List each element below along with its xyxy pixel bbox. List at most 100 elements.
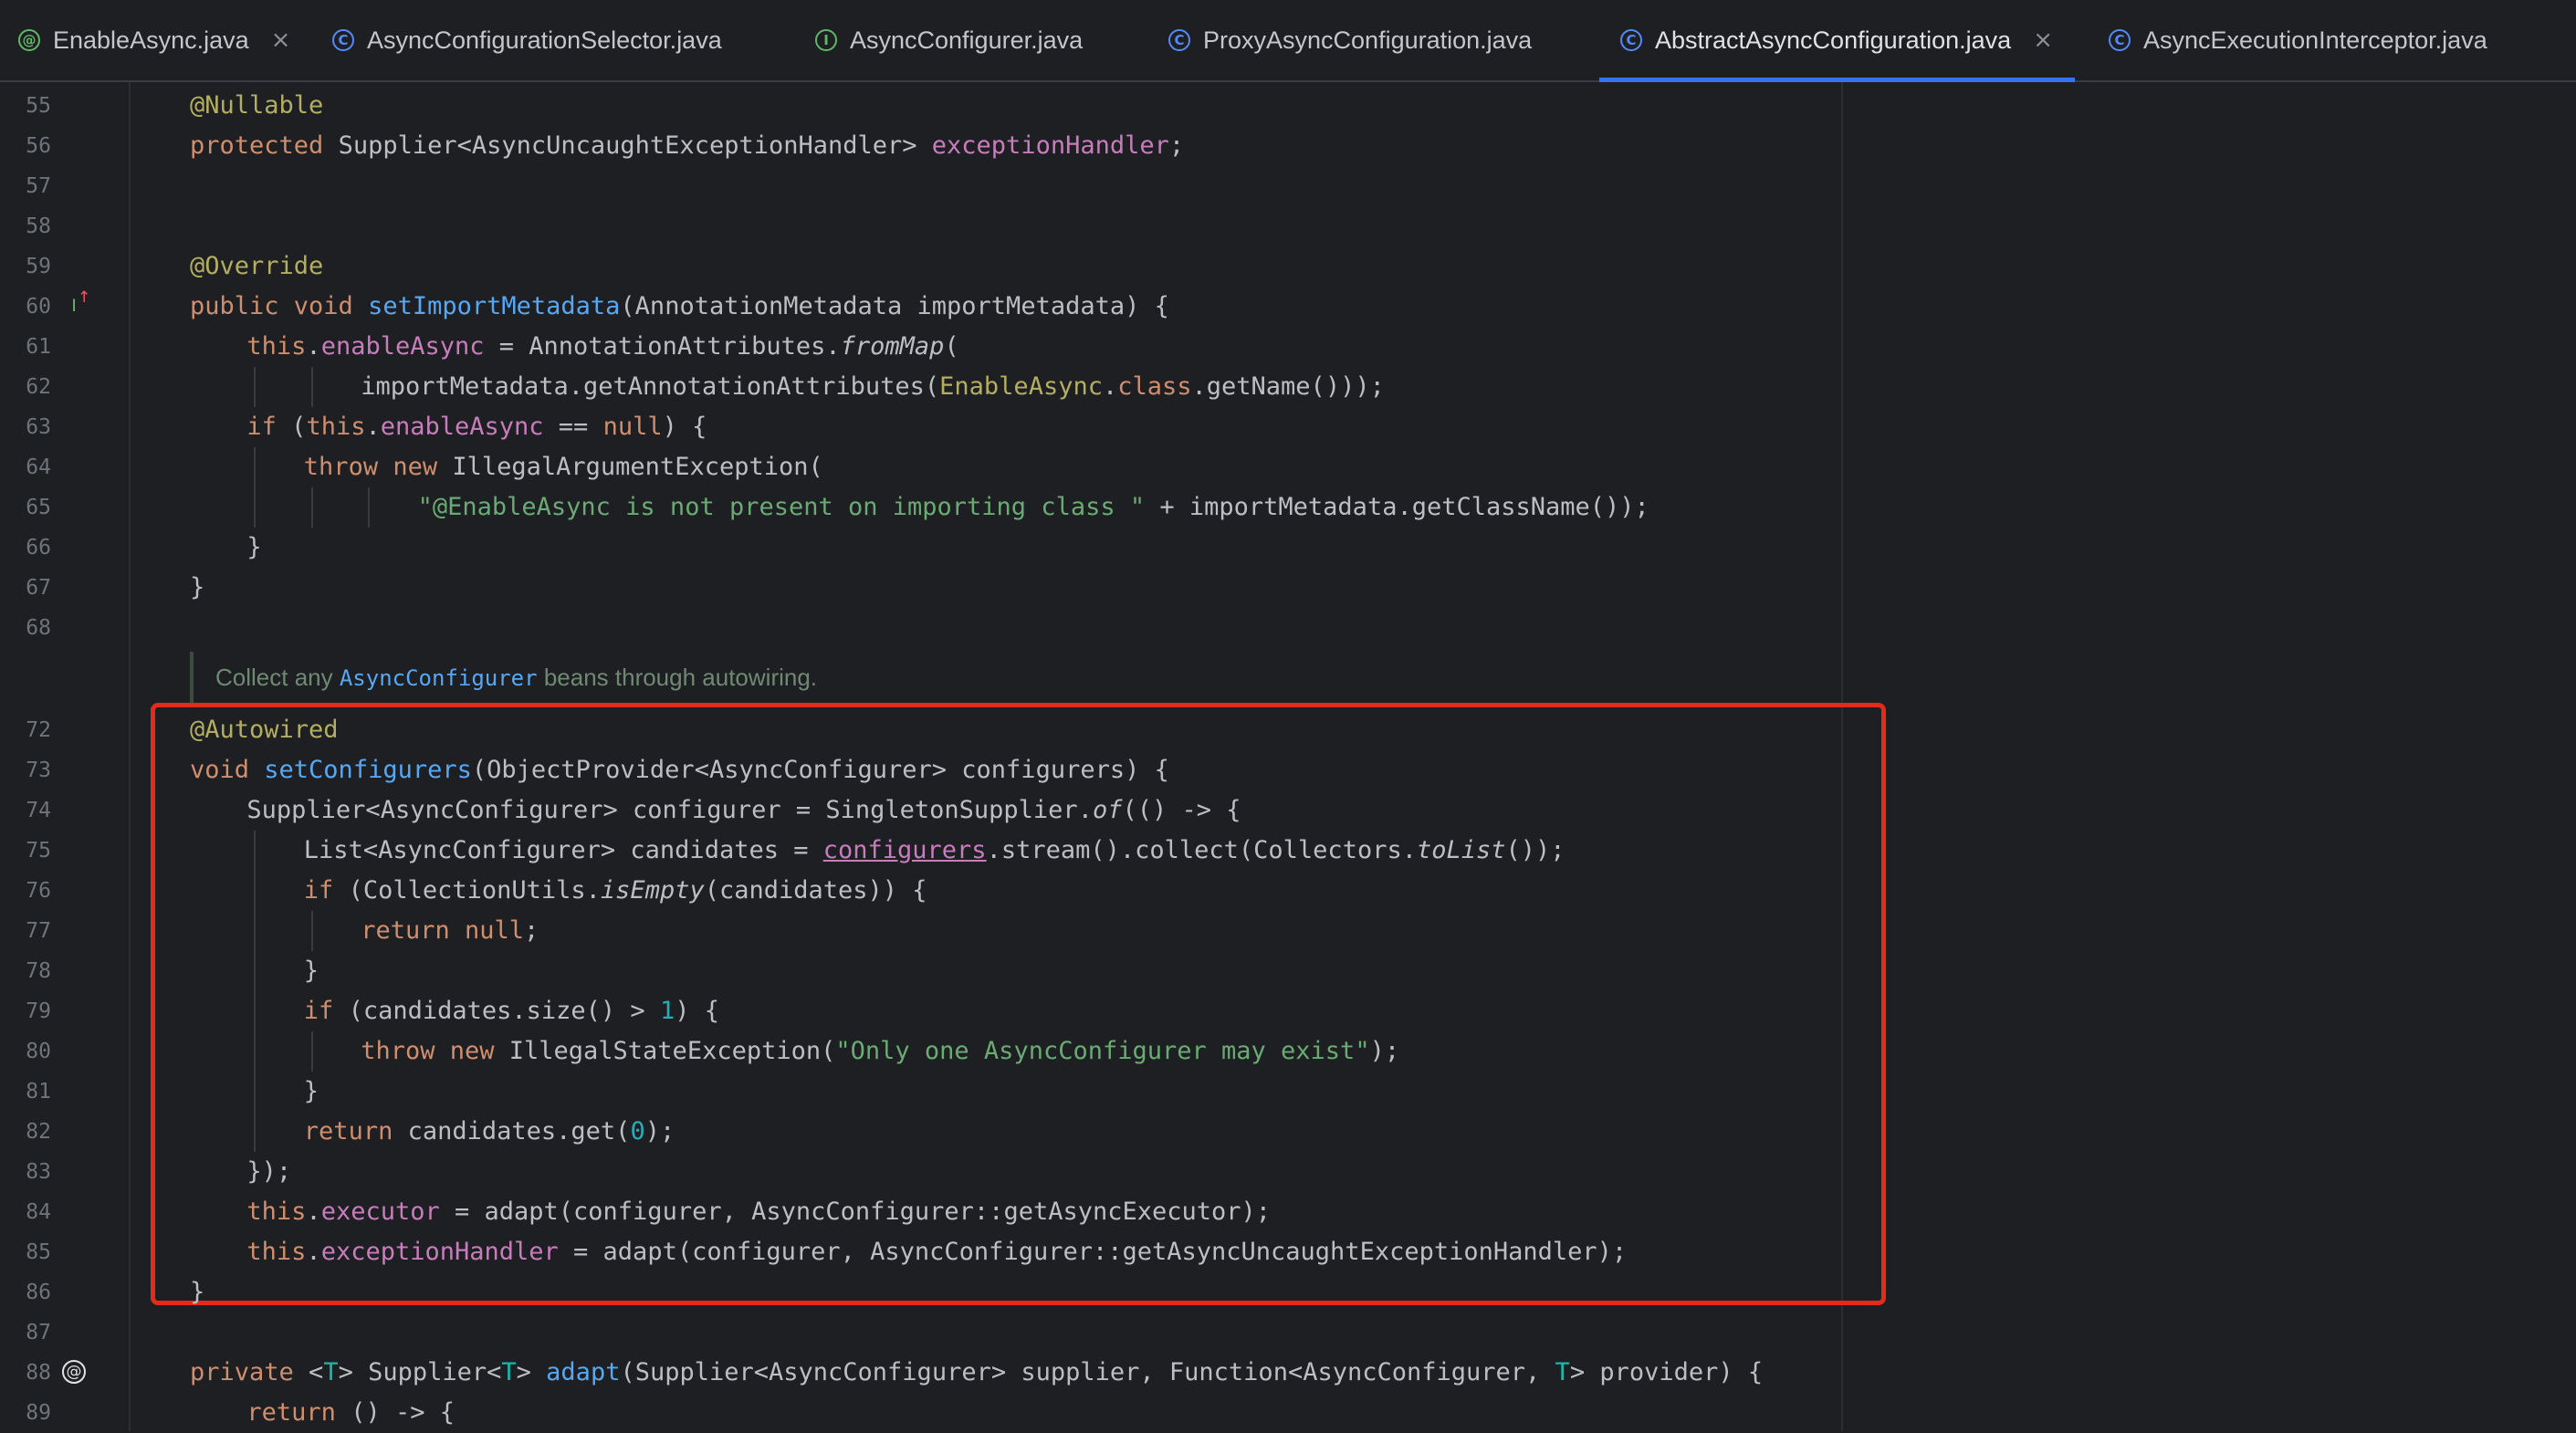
code-line[interactable]: 83}); xyxy=(0,1152,2576,1192)
indent-guide xyxy=(254,1112,257,1152)
code-token: ( xyxy=(291,413,307,441)
code-line[interactable]: 85 this.exceptionHandler = adapt(configur… xyxy=(0,1232,2576,1272)
code-token: this xyxy=(246,1238,307,1266)
code-token: ; xyxy=(1168,131,1185,160)
code-line[interactable]: 81} xyxy=(0,1072,2576,1112)
code-line[interactable]: 73 void setConfigurers(ObjectProvider<Asy… xyxy=(0,750,2576,790)
code-token: + importMetadata.getClassName()); xyxy=(1145,493,1649,521)
code-text: throw new IllegalStateException("Only on… xyxy=(361,1031,1399,1072)
code-line[interactable]: 84 this.executor = adapt(configurer, Asyn… xyxy=(0,1192,2576,1232)
indent-guide xyxy=(254,991,257,1031)
close-icon[interactable]: × xyxy=(2033,26,2053,54)
code-line[interactable]: 77 return null; xyxy=(0,911,2576,951)
code-line[interactable]: 60 Ipublic void setImportMetadata(Annotat… xyxy=(0,286,2576,327)
tab-abstractasyncconfiguration[interactable]: C AbstractAsyncConfiguration.java × xyxy=(1599,0,2075,82)
code-token: executor xyxy=(320,1198,440,1226)
doc-comment-link[interactable]: AsyncConfigurer xyxy=(340,665,538,691)
code-token: of xyxy=(1092,796,1123,824)
tab-asyncexecutioninterceptor[interactable]: C AsyncExecutionInterceptor.java xyxy=(2109,0,2487,80)
line-number: 74 xyxy=(26,799,51,822)
code-line[interactable]: 79 if (candidates.size() > 1) { xyxy=(0,991,2576,1031)
code-token: = AnnotationAttributes. xyxy=(484,332,841,361)
line-number: 61 xyxy=(26,335,51,359)
code-token: ) { xyxy=(662,413,707,441)
line-number: 55 xyxy=(26,94,51,118)
code-token: (AnnotationMetadata importMetadata) { xyxy=(620,292,1169,320)
code-line[interactable]: 89 return () -> { xyxy=(0,1393,2576,1433)
line-number: 86 xyxy=(26,1281,51,1304)
line-number: 62 xyxy=(26,375,51,399)
indent-guide xyxy=(254,831,257,871)
code-editor[interactable]: Collect any AsyncConfigurer beans throug… xyxy=(0,82,2576,1431)
code-text: protected Supplier<AsyncUncaughtExceptio… xyxy=(190,126,1184,166)
code-line[interactable]: 59 @Override xyxy=(0,246,2576,287)
code-token: T xyxy=(323,1358,339,1386)
indent-guide xyxy=(254,871,257,911)
interface-icon: I xyxy=(815,29,837,51)
code-token: @Autowired xyxy=(190,716,339,744)
code-text: return () -> { xyxy=(246,1393,455,1433)
line-number: 66 xyxy=(26,536,51,560)
tab-enableasync[interactable]: @ EnableAsync.java × xyxy=(18,0,290,80)
code-line[interactable]: 76 if (CollectionUtils.isEmpty(candidates… xyxy=(0,871,2576,911)
code-token: return null xyxy=(361,916,524,945)
line-number: 56 xyxy=(26,134,51,158)
code-token: enableAsync xyxy=(320,332,485,361)
code-token: "@EnableAsync is not present on importin… xyxy=(417,493,1146,521)
code-token: if xyxy=(303,876,349,905)
code-text: if (CollectionUtils.isEmpty(candidates))… xyxy=(304,871,927,911)
code-text: return null; xyxy=(361,911,539,951)
line-number: 82 xyxy=(26,1120,51,1144)
line-number: 89 xyxy=(26,1401,51,1425)
code-token: adapt xyxy=(546,1358,621,1386)
code-token: (candidates.size() > xyxy=(348,997,660,1025)
line-number: 72 xyxy=(26,718,51,742)
indent-guide xyxy=(254,911,257,951)
code-token: }); xyxy=(246,1157,292,1186)
code-line[interactable]: 82 return candidates.get(0); xyxy=(0,1112,2576,1152)
close-icon[interactable]: × xyxy=(271,26,291,54)
code-line[interactable]: 80 throw new IllegalStateException("Only … xyxy=(0,1031,2576,1072)
code-text: }); xyxy=(246,1152,291,1192)
code-line[interactable]: 57 xyxy=(0,166,2576,206)
code-line[interactable]: 67} xyxy=(0,568,2576,608)
code-line[interactable]: 62 importMetadata.getAnnotationAttributes… xyxy=(0,367,2576,407)
code-line[interactable]: 88 @ private <T> Supplier<T> adapt(Supplie… xyxy=(0,1353,2576,1393)
tab-label: EnableAsync.java xyxy=(53,26,249,54)
code-line[interactable]: 56 protected Supplier<AsyncUncaughtExcept… xyxy=(0,126,2576,166)
tab-asyncconfigurer[interactable]: I AsyncConfigurer.java xyxy=(815,0,1083,80)
code-line[interactable]: 66} xyxy=(0,528,2576,568)
code-token: isEmpty xyxy=(600,876,705,905)
code-line[interactable]: 64 throw new IllegalArgumentException( xyxy=(0,447,2576,487)
code-line[interactable]: 68 xyxy=(0,608,2576,648)
code-token: this xyxy=(246,332,307,361)
tab-label: AsyncExecutionInterceptor.java xyxy=(2143,26,2487,54)
code-line[interactable]: 86} xyxy=(0,1272,2576,1313)
annotation-type-icon: @ xyxy=(18,29,40,51)
code-line[interactable]: 87 xyxy=(0,1313,2576,1353)
code-line[interactable]: 55 @Nullable xyxy=(0,86,2576,126)
tab-asyncconfigurationselector[interactable]: C AsyncConfigurationSelector.java xyxy=(332,0,722,80)
code-line[interactable]: 61 this.enableAsync = AnnotationAttribute… xyxy=(0,327,2576,367)
implements-method-icon[interactable]: I xyxy=(62,286,90,318)
code-line[interactable]: 58 xyxy=(0,206,2576,246)
code-line[interactable]: 78} xyxy=(0,951,2576,991)
code-token: . xyxy=(306,332,321,361)
code-line[interactable]: 65 "@EnableAsync is not present on import… xyxy=(0,487,2576,528)
code-token: IllegalArgumentException( xyxy=(452,453,823,481)
code-token: .getName())); xyxy=(1191,372,1385,401)
code-text: @Nullable xyxy=(190,86,323,126)
code-line[interactable]: 72 @Autowired xyxy=(0,710,2576,750)
code-text: } xyxy=(246,528,261,568)
code-line[interactable]: 75 List<AsyncConfigurer> candidates = con… xyxy=(0,831,2576,871)
code-token: exceptionHandler xyxy=(320,1238,559,1266)
code-line[interactable]: 63 if (this.enableAsync == null) { xyxy=(0,407,2576,447)
code-token: Supplier<AsyncConfigurer> configurer = S… xyxy=(246,796,1093,824)
tab-proxyasyncconfiguration[interactable]: C ProxyAsyncConfiguration.java xyxy=(1168,0,1532,80)
annotation-marker-icon[interactable]: @ xyxy=(62,1360,86,1384)
code-text: } xyxy=(190,568,204,608)
code-line[interactable]: 74 Supplier<AsyncConfigurer> configurer =… xyxy=(0,790,2576,831)
indent-guide xyxy=(310,487,313,528)
code-token: throw new xyxy=(303,453,453,481)
code-token: () -> { xyxy=(351,1398,455,1427)
